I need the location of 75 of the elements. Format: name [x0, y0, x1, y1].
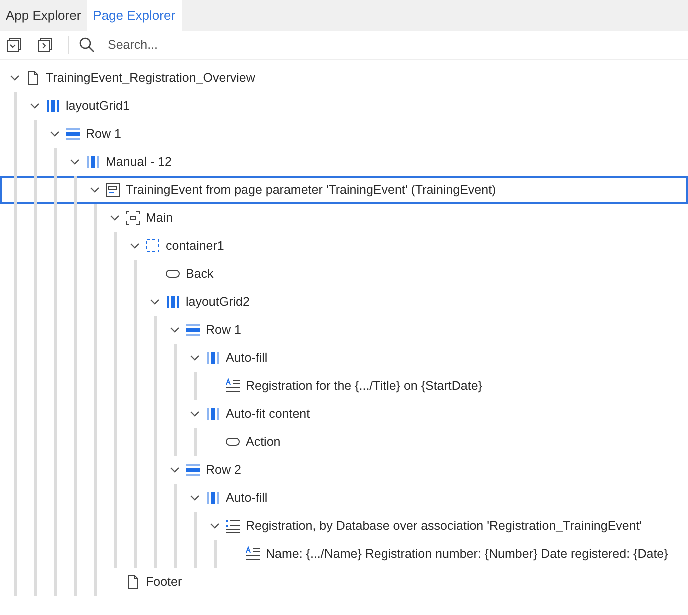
tree-item[interactable]: Action [0, 428, 688, 456]
column-icon [205, 490, 221, 506]
chevron-icon[interactable] [150, 297, 160, 307]
tree-item[interactable]: TrainingEvent from page parameter 'TrainingEvent' (TrainingEvent) [0, 176, 688, 204]
tree-item-label: Auto-fit content [226, 407, 310, 421]
tree-item-label: Registration, by Database over association 'Registration_TrainingEvent' [246, 519, 642, 533]
tree-item-label: layoutGrid2 [186, 295, 250, 309]
chevron-icon[interactable] [130, 241, 140, 251]
tree-item[interactable]: Registration, by Database over association 'Registration_TrainingEvent' [0, 512, 688, 540]
chevron-icon[interactable] [190, 409, 200, 419]
chevron-icon[interactable] [30, 101, 40, 111]
chevron-icon[interactable] [190, 493, 200, 503]
expand-all-icon[interactable] [37, 37, 53, 53]
tree-item-label: Action [246, 435, 281, 449]
tree-item[interactable]: Main [0, 204, 688, 232]
tree-item-label: container1 [166, 239, 224, 253]
tree-item[interactable]: layoutGrid1 [0, 92, 688, 120]
tree-item-label: Footer [146, 575, 182, 589]
row-icon [185, 322, 201, 338]
tree-item-label: layoutGrid1 [66, 99, 130, 113]
tree-item-label: Row 2 [206, 463, 242, 477]
tree-item-label: TrainingEvent from page parameter 'TrainingEvent' (TrainingEvent) [126, 183, 496, 197]
page-icon [125, 574, 141, 590]
chevron-icon[interactable] [70, 157, 80, 167]
chevron-icon[interactable] [90, 185, 100, 195]
column-icon [205, 350, 221, 366]
tree-item-label: Main [146, 211, 174, 225]
tree-item[interactable]: Row 1 [0, 120, 688, 148]
tree-item[interactable]: Auto-fit content [0, 400, 688, 428]
search-icon [79, 37, 95, 53]
container-icon [145, 238, 161, 254]
search-field[interactable]: Search... [106, 37, 688, 53]
tree-item[interactable]: Back [0, 260, 688, 288]
tree-item[interactable]: Registration for the {.../Title} on {StartDate} [0, 372, 688, 400]
text-icon [245, 546, 261, 562]
data-view-icon [105, 182, 121, 198]
placeholder-icon [125, 210, 141, 226]
tree-item-label: Auto-fill [226, 491, 268, 505]
tree-item[interactable]: layoutGrid2 [0, 288, 688, 316]
row-icon [185, 462, 201, 478]
tree-item[interactable]: Manual - 12 [0, 148, 688, 176]
list-view-icon [225, 518, 241, 534]
chevron-icon[interactable] [50, 129, 60, 139]
tree-item[interactable]: container1 [0, 232, 688, 260]
tab[interactable]: App Explorer [0, 0, 88, 31]
chevron-icon[interactable] [10, 73, 20, 83]
tree-item[interactable]: Row 2 [0, 456, 688, 484]
tree-item-label: TrainingEvent_Registration_Overview [46, 71, 256, 85]
tree-item[interactable]: Auto-fill [0, 344, 688, 372]
layout-grid-icon [165, 294, 181, 310]
chevron-icon[interactable] [110, 213, 120, 223]
tree-item[interactable]: Auto-fill [0, 484, 688, 512]
page-icon [25, 70, 41, 86]
tree-item[interactable]: Name: {.../Name} Registration number: {Number} Date registered: {Date} [0, 540, 688, 568]
row-icon [65, 126, 81, 142]
tree-item-label: Row 1 [206, 323, 242, 337]
tree-item-label: Name: {.../Name} Registration number: {Number} Date registered: {Date} [266, 547, 668, 561]
tree-item-label: Auto-fill [226, 351, 268, 365]
tree-item-label: Manual - 12 [106, 155, 172, 169]
text-icon [225, 378, 241, 394]
column-icon [85, 154, 101, 170]
collapse-all-icon[interactable] [6, 37, 22, 53]
chevron-icon[interactable] [170, 465, 180, 475]
chevron-icon[interactable] [210, 521, 220, 531]
chevron-icon[interactable] [170, 325, 180, 335]
tree-item[interactable]: TrainingEvent_Registration_Overview [0, 64, 688, 92]
tree-item-label: Registration for the {.../Title} on {StartDate} [246, 379, 482, 393]
tree-item-label: Back [186, 267, 214, 281]
chevron-icon[interactable] [190, 353, 200, 363]
layout-grid-icon [45, 98, 61, 114]
column-icon [205, 406, 221, 422]
tree-item[interactable]: Row 1 [0, 316, 688, 344]
tree-item-label: Row 1 [86, 127, 122, 141]
tree-item[interactable]: Footer [0, 568, 688, 596]
tab[interactable]: Page Explorer [87, 0, 182, 31]
